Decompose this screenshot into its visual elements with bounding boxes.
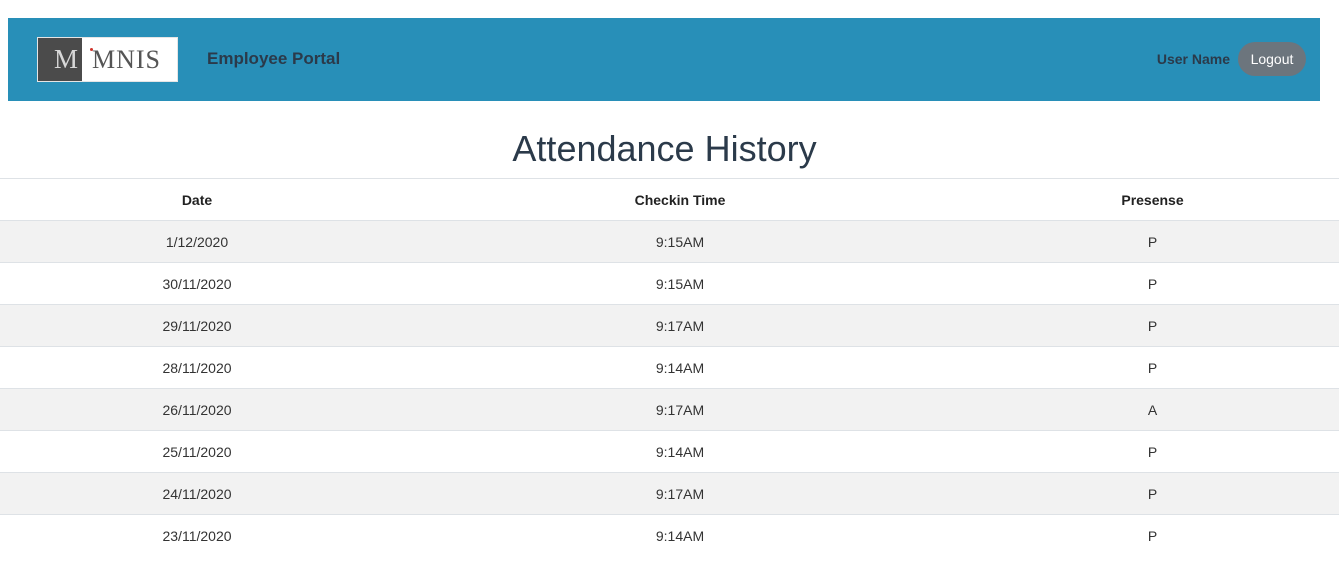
date-cell: 30/11/2020 <box>0 262 394 305</box>
checkin-time-cell: 9:15AM <box>394 262 966 305</box>
table-row: 1/12/2020 9:15AM P <box>0 220 1339 263</box>
presense-cell: P <box>966 220 1339 263</box>
column-header-presense: Presense <box>966 178 1339 221</box>
table-row: 26/11/2020 9:17AM A <box>0 388 1339 431</box>
checkin-time-cell: 9:17AM <box>394 472 966 515</box>
presense-cell: P <box>966 514 1339 557</box>
presense-cell: P <box>966 346 1339 389</box>
table-header-row: Date Checkin Time Presense <box>0 178 1339 221</box>
checkin-time-cell: 9:14AM <box>394 430 966 473</box>
checkin-time-cell: 9:17AM <box>394 388 966 431</box>
date-cell: 26/11/2020 <box>0 388 394 431</box>
checkin-time-cell: 9:17AM <box>394 304 966 347</box>
checkin-time-cell: 9:15AM <box>394 220 966 263</box>
table-row: 24/11/2020 9:17AM P <box>0 472 1339 515</box>
presense-cell: A <box>966 388 1339 431</box>
presense-cell: P <box>966 472 1339 515</box>
table-row: 29/11/2020 9:17AM P <box>0 304 1339 347</box>
user-name-label: User Name <box>1156 51 1230 67</box>
date-cell: 29/11/2020 <box>0 304 394 347</box>
date-cell: 1/12/2020 <box>0 220 394 263</box>
table-row: 28/11/2020 9:14AM P <box>0 346 1339 389</box>
presense-cell: P <box>966 430 1339 473</box>
presense-cell: P <box>966 262 1339 305</box>
portal-title[interactable]: Employee Portal <box>207 49 340 69</box>
column-header-checkin-time: Checkin Time <box>394 178 966 221</box>
date-cell: 24/11/2020 <box>0 472 394 515</box>
logo-mark: M <box>38 38 82 81</box>
column-header-date: Date <box>0 178 394 221</box>
date-cell: 23/11/2020 <box>0 514 394 557</box>
table-row: 23/11/2020 9:14AM P <box>0 514 1339 557</box>
checkin-time-cell: 9:14AM <box>394 346 966 389</box>
logo-wordmark: MNIS <box>82 38 177 81</box>
date-cell: 28/11/2020 <box>0 346 394 389</box>
checkin-time-cell: 9:14AM <box>394 514 966 557</box>
top-navbar: M MNIS Employee Portal User Name Logout <box>8 18 1320 101</box>
date-cell: 25/11/2020 <box>0 430 394 473</box>
table-row: 25/11/2020 9:14AM P <box>0 430 1339 473</box>
logo-dot-icon <box>90 48 93 51</box>
company-logo[interactable]: M MNIS <box>37 37 178 82</box>
page-title: Attendance History <box>512 128 817 169</box>
logo-text: MNIS <box>92 44 162 74</box>
presense-cell: P <box>966 304 1339 347</box>
attendance-table: Date Checkin Time Presense 1/12/2020 9:1… <box>0 178 1339 557</box>
logout-button[interactable]: Logout <box>1238 42 1306 76</box>
table-row: 30/11/2020 9:15AM P <box>0 262 1339 305</box>
